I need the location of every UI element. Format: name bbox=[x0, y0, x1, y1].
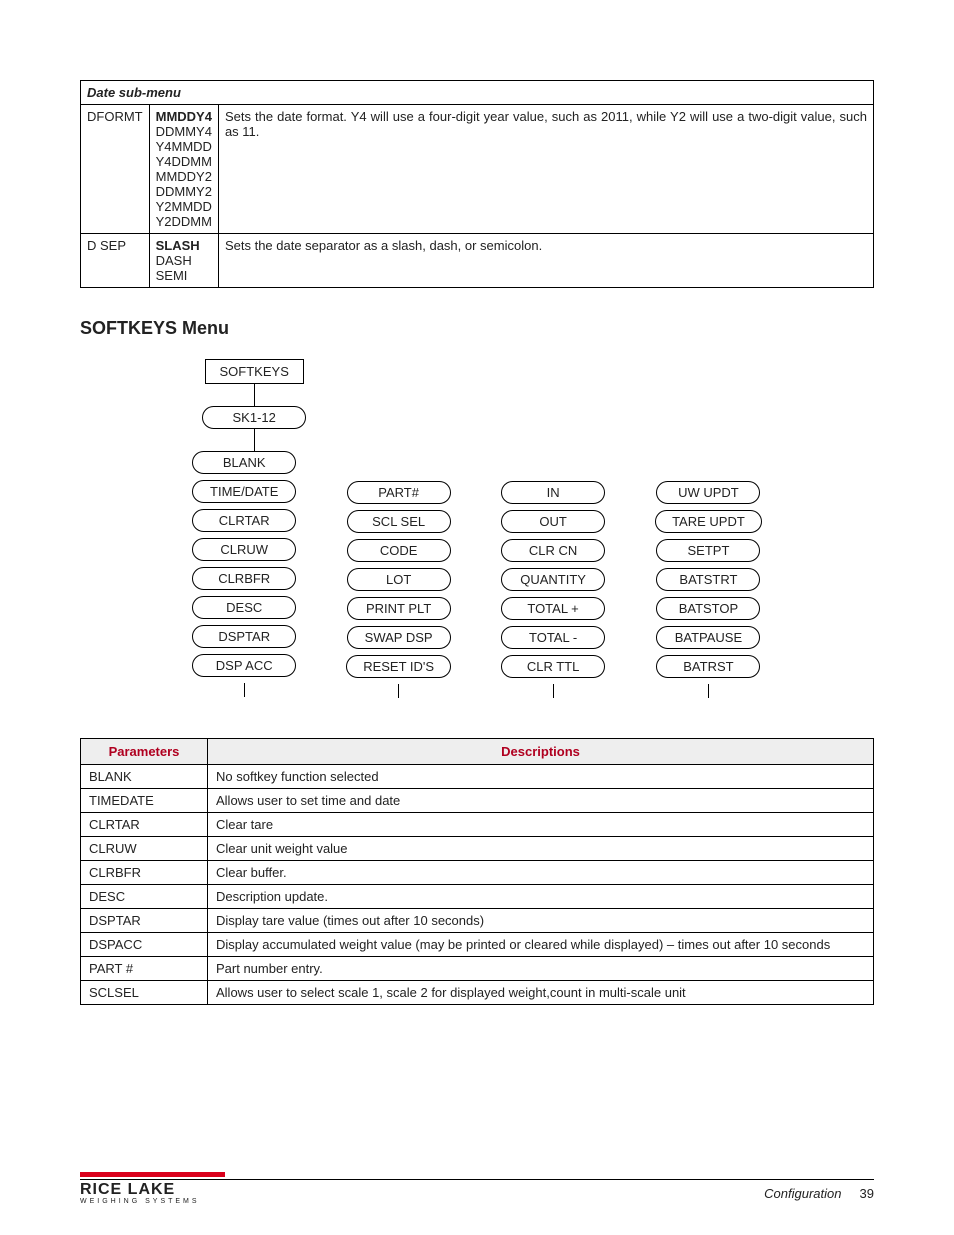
table-row-description: Sets the date format. Y4 will use a four… bbox=[218, 105, 873, 234]
param-cell: CLRBFR bbox=[81, 861, 208, 885]
diagram-node: SETPT bbox=[656, 539, 760, 562]
param-cell: CLRUW bbox=[81, 837, 208, 861]
section-heading: SOFTKEYS Menu bbox=[80, 318, 874, 339]
desc-cell: No softkey function selected bbox=[208, 765, 874, 789]
desc-cell: Allows user to set time and date bbox=[208, 789, 874, 813]
diagram-node: PART# bbox=[347, 481, 451, 504]
diagram-node: BATSTRT bbox=[656, 568, 760, 591]
footer-page: 39 bbox=[860, 1186, 874, 1201]
desc-cell: Clear tare bbox=[208, 813, 874, 837]
page-footer: RICE LAKE WEIGHING SYSTEMS Configuration… bbox=[80, 1172, 874, 1205]
diagram-node: QUANTITY bbox=[501, 568, 605, 591]
diagram-node: BATPAUSE bbox=[656, 626, 760, 649]
table-row-param: D SEP bbox=[81, 234, 150, 288]
diagram-node: PRINT PLT bbox=[347, 597, 451, 620]
date-submenu-table: Date sub-menu DFORMTMMDDY4DDMMY4Y4MMDDY4… bbox=[80, 80, 874, 288]
diagram-node: TOTAL + bbox=[501, 597, 605, 620]
desc-cell: Clear unit weight value bbox=[208, 837, 874, 861]
param-cell: TIMEDATE bbox=[81, 789, 208, 813]
param-cell: DESC bbox=[81, 885, 208, 909]
diagram-node: DSP ACC bbox=[192, 654, 296, 677]
parameters-table: Parameters Descriptions BLANKNo softkey … bbox=[80, 738, 874, 1005]
param-cell: DSPACC bbox=[81, 933, 208, 957]
desc-cell: Allows user to select scale 1, scale 2 f… bbox=[208, 981, 874, 1005]
diagram-node: CLRBFR bbox=[192, 567, 296, 590]
diagram-node: CLRUW bbox=[192, 538, 296, 561]
diagram-node: CODE bbox=[347, 539, 451, 562]
diagram-node: TOTAL - bbox=[501, 626, 605, 649]
logo-sub: WEIGHING SYSTEMS bbox=[80, 1198, 200, 1205]
logo: RICE LAKE WEIGHING SYSTEMS bbox=[80, 1182, 200, 1205]
table-row-options: MMDDY4DDMMY4Y4MMDDY4DDMMMMDDY2DDMMY2Y2MM… bbox=[149, 105, 218, 234]
diagram-child: SK1-12 bbox=[202, 406, 306, 429]
diagram-node: LOT bbox=[347, 568, 451, 591]
param-cell: DSPTAR bbox=[81, 909, 208, 933]
desc-cell: Display tare value (times out after 10 s… bbox=[208, 909, 874, 933]
diagram-node: DSPTAR bbox=[192, 625, 296, 648]
diagram-node: SWAP DSP bbox=[347, 626, 451, 649]
desc-cell: Clear buffer. bbox=[208, 861, 874, 885]
param-cell: CLRTAR bbox=[81, 813, 208, 837]
diagram-node: CLR TTL bbox=[501, 655, 605, 678]
diagram-node: BATSTOP bbox=[656, 597, 760, 620]
diagram-node: TIME/DATE bbox=[192, 480, 296, 503]
diagram-node: TARE UPDT bbox=[655, 510, 762, 533]
diagram-node: UW UPDT bbox=[656, 481, 760, 504]
diagram-node: IN bbox=[501, 481, 605, 504]
table-header-parameters: Parameters bbox=[81, 739, 208, 765]
diagram-node: BLANK bbox=[192, 451, 296, 474]
desc-cell: Display accumulated weight value (may be… bbox=[208, 933, 874, 957]
table-row-param: DFORMT bbox=[81, 105, 150, 234]
logo-main: RICE LAKE bbox=[80, 1182, 200, 1198]
diagram-node: BATRST bbox=[656, 655, 760, 678]
desc-cell: Description update. bbox=[208, 885, 874, 909]
param-cell: BLANK bbox=[81, 765, 208, 789]
table-row-options: SLASHDASHSEMI bbox=[149, 234, 218, 288]
table-row-description: Sets the date separator as a slash, dash… bbox=[218, 234, 873, 288]
table-section-header: Date sub-menu bbox=[81, 81, 874, 105]
diagram-node: CLRTAR bbox=[192, 509, 296, 532]
param-cell: SCLSEL bbox=[81, 981, 208, 1005]
desc-cell: Part number entry. bbox=[208, 957, 874, 981]
diagram-root: SOFTKEYS bbox=[205, 359, 304, 384]
diagram-node: RESET ID'S bbox=[346, 655, 451, 678]
diagram-node: DESC bbox=[192, 596, 296, 619]
diagram-node: SCL SEL bbox=[347, 510, 451, 533]
diagram-node: OUT bbox=[501, 510, 605, 533]
table-header-descriptions: Descriptions bbox=[208, 739, 874, 765]
footer-label: Configuration bbox=[764, 1186, 841, 1201]
diagram-node: CLR CN bbox=[501, 539, 605, 562]
param-cell: PART # bbox=[81, 957, 208, 981]
softkeys-diagram: SOFTKEYS SK1-12 BLANK TIME/DATE CLRTAR CLRU… bbox=[80, 359, 874, 698]
